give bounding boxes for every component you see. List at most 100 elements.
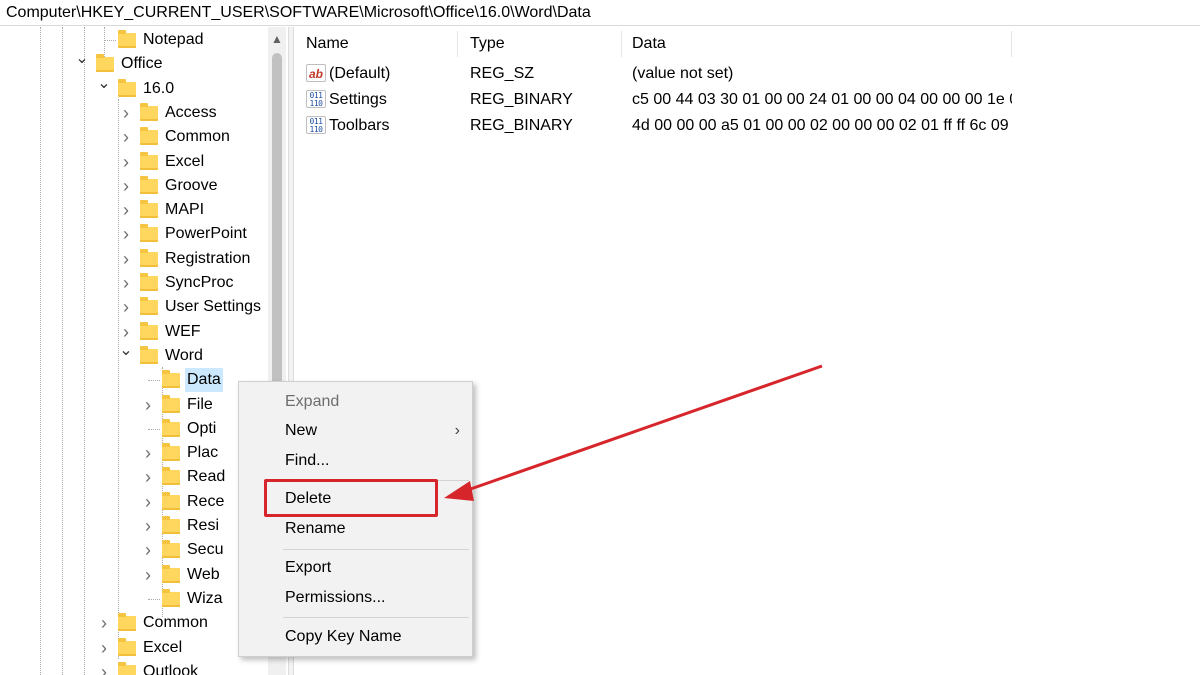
chevron-down-icon[interactable]: ⌄	[74, 51, 90, 76]
tree-node[interactable]: › Groove	[0, 174, 270, 198]
folder-icon	[140, 248, 158, 267]
tree-node-label: Data	[185, 368, 223, 393]
menu-item-find[interactable]: Find...	[239, 447, 472, 475]
delete-highlight-box	[264, 479, 438, 517]
tree-node[interactable]: › Outlook	[0, 660, 270, 675]
value-data: c5 00 44 03 30 01 00 00 24 01 00 00 04 0…	[632, 91, 1012, 108]
chevron-right-icon[interactable]: ›	[118, 150, 134, 174]
tree-node[interactable]: › MAPI	[0, 198, 270, 222]
value-name: Toolbars	[329, 117, 390, 134]
tree-node[interactable]: › Common	[0, 611, 270, 635]
tree-node[interactable]: › File	[0, 393, 270, 417]
tree-node[interactable]: › Rece	[0, 490, 270, 514]
chevron-right-icon[interactable]: ›	[140, 563, 156, 587]
tree-node[interactable]: › Resi	[0, 514, 270, 538]
chevron-right-icon[interactable]: ›	[140, 393, 156, 417]
tree-node[interactable]: › User Settings	[0, 295, 270, 319]
tree-node[interactable]: › Excel	[0, 150, 270, 174]
folder-icon	[162, 394, 180, 413]
menu-item-rename[interactable]: Rename	[239, 515, 472, 543]
chevron-right-icon[interactable]: ›	[118, 320, 134, 344]
address-bar[interactable]: Computer\HKEY_CURRENT_USER\SOFTWARE\Micr…	[0, 0, 1200, 26]
tree-node-label: Read	[187, 468, 226, 486]
tree-node-label: Rece	[187, 492, 225, 510]
tree-node[interactable]: › Common	[0, 125, 270, 149]
chevron-right-icon[interactable]: ›	[96, 660, 112, 675]
value-row-default[interactable]: ab (Default) REG_SZ (value not set)	[296, 61, 1016, 86]
folder-icon	[162, 370, 180, 389]
folder-icon	[162, 418, 180, 437]
folder-icon	[162, 467, 180, 486]
chevron-right-icon[interactable]: ›	[140, 514, 156, 538]
tree-node-label: File	[187, 395, 213, 413]
folder-icon	[162, 443, 180, 462]
value-type: REG_BINARY	[470, 117, 573, 134]
chevron-down-icon[interactable]: ⌄	[96, 75, 112, 101]
value-data: 4d 00 00 00 a5 01 00 00 02 00 00 00 02 0…	[632, 117, 1012, 134]
folder-icon	[140, 273, 158, 291]
tree-node[interactable]: › Registration	[0, 247, 270, 271]
menu-item-copy-key-name[interactable]: Copy Key Name	[239, 623, 472, 651]
chevron-right-icon[interactable]: ›	[118, 222, 134, 246]
menu-item-export[interactable]: Export	[239, 554, 472, 582]
folder-icon	[140, 175, 158, 194]
folder-icon	[140, 224, 158, 243]
tree-node-label: Outlook	[143, 662, 199, 675]
chevron-right-icon[interactable]: ›	[140, 538, 156, 562]
tree-node[interactable]: › Web	[0, 563, 270, 587]
chevron-right-icon[interactable]: ›	[118, 125, 134, 149]
chevron-right-icon[interactable]: ›	[118, 295, 134, 319]
chevron-right-icon[interactable]: ›	[118, 247, 134, 271]
chevron-right-icon[interactable]: ›	[118, 271, 134, 295]
chevron-right-icon[interactable]: ›	[140, 441, 156, 465]
tree-node[interactable]: › WEF	[0, 320, 270, 344]
tree-node[interactable]: › Excel	[0, 636, 270, 660]
folder-icon	[162, 588, 180, 607]
menu-item-permissions[interactable]: Permissions...	[239, 584, 472, 612]
tree-node-label: Word	[165, 346, 203, 364]
chevron-right-icon[interactable]: ›	[96, 636, 112, 660]
tree-node-label: Common	[165, 128, 230, 146]
tree-node-label: Common	[143, 614, 208, 632]
tree-node[interactable]: › Plac	[0, 441, 270, 465]
tree-node[interactable]: › Secu	[0, 538, 270, 562]
tree-node[interactable]: › SyncProc	[0, 271, 270, 295]
tree-node[interactable]: Opti	[0, 417, 270, 441]
tree-node-label: Resi	[187, 517, 220, 534]
tree-node[interactable]: ⌄ Office	[0, 51, 270, 76]
tree-connector	[148, 598, 160, 600]
tree-connector	[104, 40, 116, 41]
tree-node[interactable]: › PowerPoint	[0, 222, 270, 246]
tree-node[interactable]: Data	[0, 368, 270, 393]
value-name: (Default)	[329, 65, 391, 82]
folder-icon	[162, 516, 180, 534]
tree-node[interactable]: Notepad	[0, 28, 270, 52]
value-data: (value not set)	[632, 65, 734, 82]
chevron-right-icon[interactable]: ›	[118, 174, 134, 198]
chevron-right-icon[interactable]: ›	[96, 611, 112, 635]
folder-icon	[140, 151, 158, 170]
value-row-settings[interactable]: 011 110 Settings REG_BINARY c5 00 44 03 …	[296, 87, 1016, 112]
tree-node[interactable]: Wiza	[0, 587, 270, 611]
binary-value-icon: 011 110	[306, 90, 326, 108]
chevron-right-icon[interactable]: ›	[118, 198, 134, 222]
chevron-down-icon[interactable]: ⌄	[118, 342, 134, 368]
column-header-type[interactable]: Type	[460, 31, 622, 57]
tree-node-label: Access	[165, 103, 217, 121]
tree-node[interactable]: › Access	[0, 101, 270, 125]
column-header-name[interactable]: Name	[296, 31, 458, 57]
tree-node[interactable]: ⌄ Word	[0, 342, 270, 368]
chevron-right-icon[interactable]: ›	[140, 465, 156, 489]
menu-item-new[interactable]: New ›	[239, 417, 472, 445]
binary-value-icon: 011 110	[306, 116, 326, 134]
scroll-up-icon[interactable]: ▲	[268, 29, 286, 49]
chevron-right-icon[interactable]: ›	[118, 101, 134, 125]
tree-connector	[148, 428, 160, 430]
tree-node[interactable]: › Read	[0, 465, 270, 489]
folder-icon	[140, 345, 158, 364]
chevron-right-icon[interactable]: ›	[140, 490, 156, 514]
column-header-data[interactable]: Data	[622, 31, 1012, 57]
tree-node[interactable]: ⌄ 16.0	[0, 75, 270, 101]
value-row-toolbars[interactable]: 011 110 Toolbars REG_BINARY 4d 00 00 00 …	[296, 113, 1016, 138]
folder-icon	[118, 661, 136, 675]
